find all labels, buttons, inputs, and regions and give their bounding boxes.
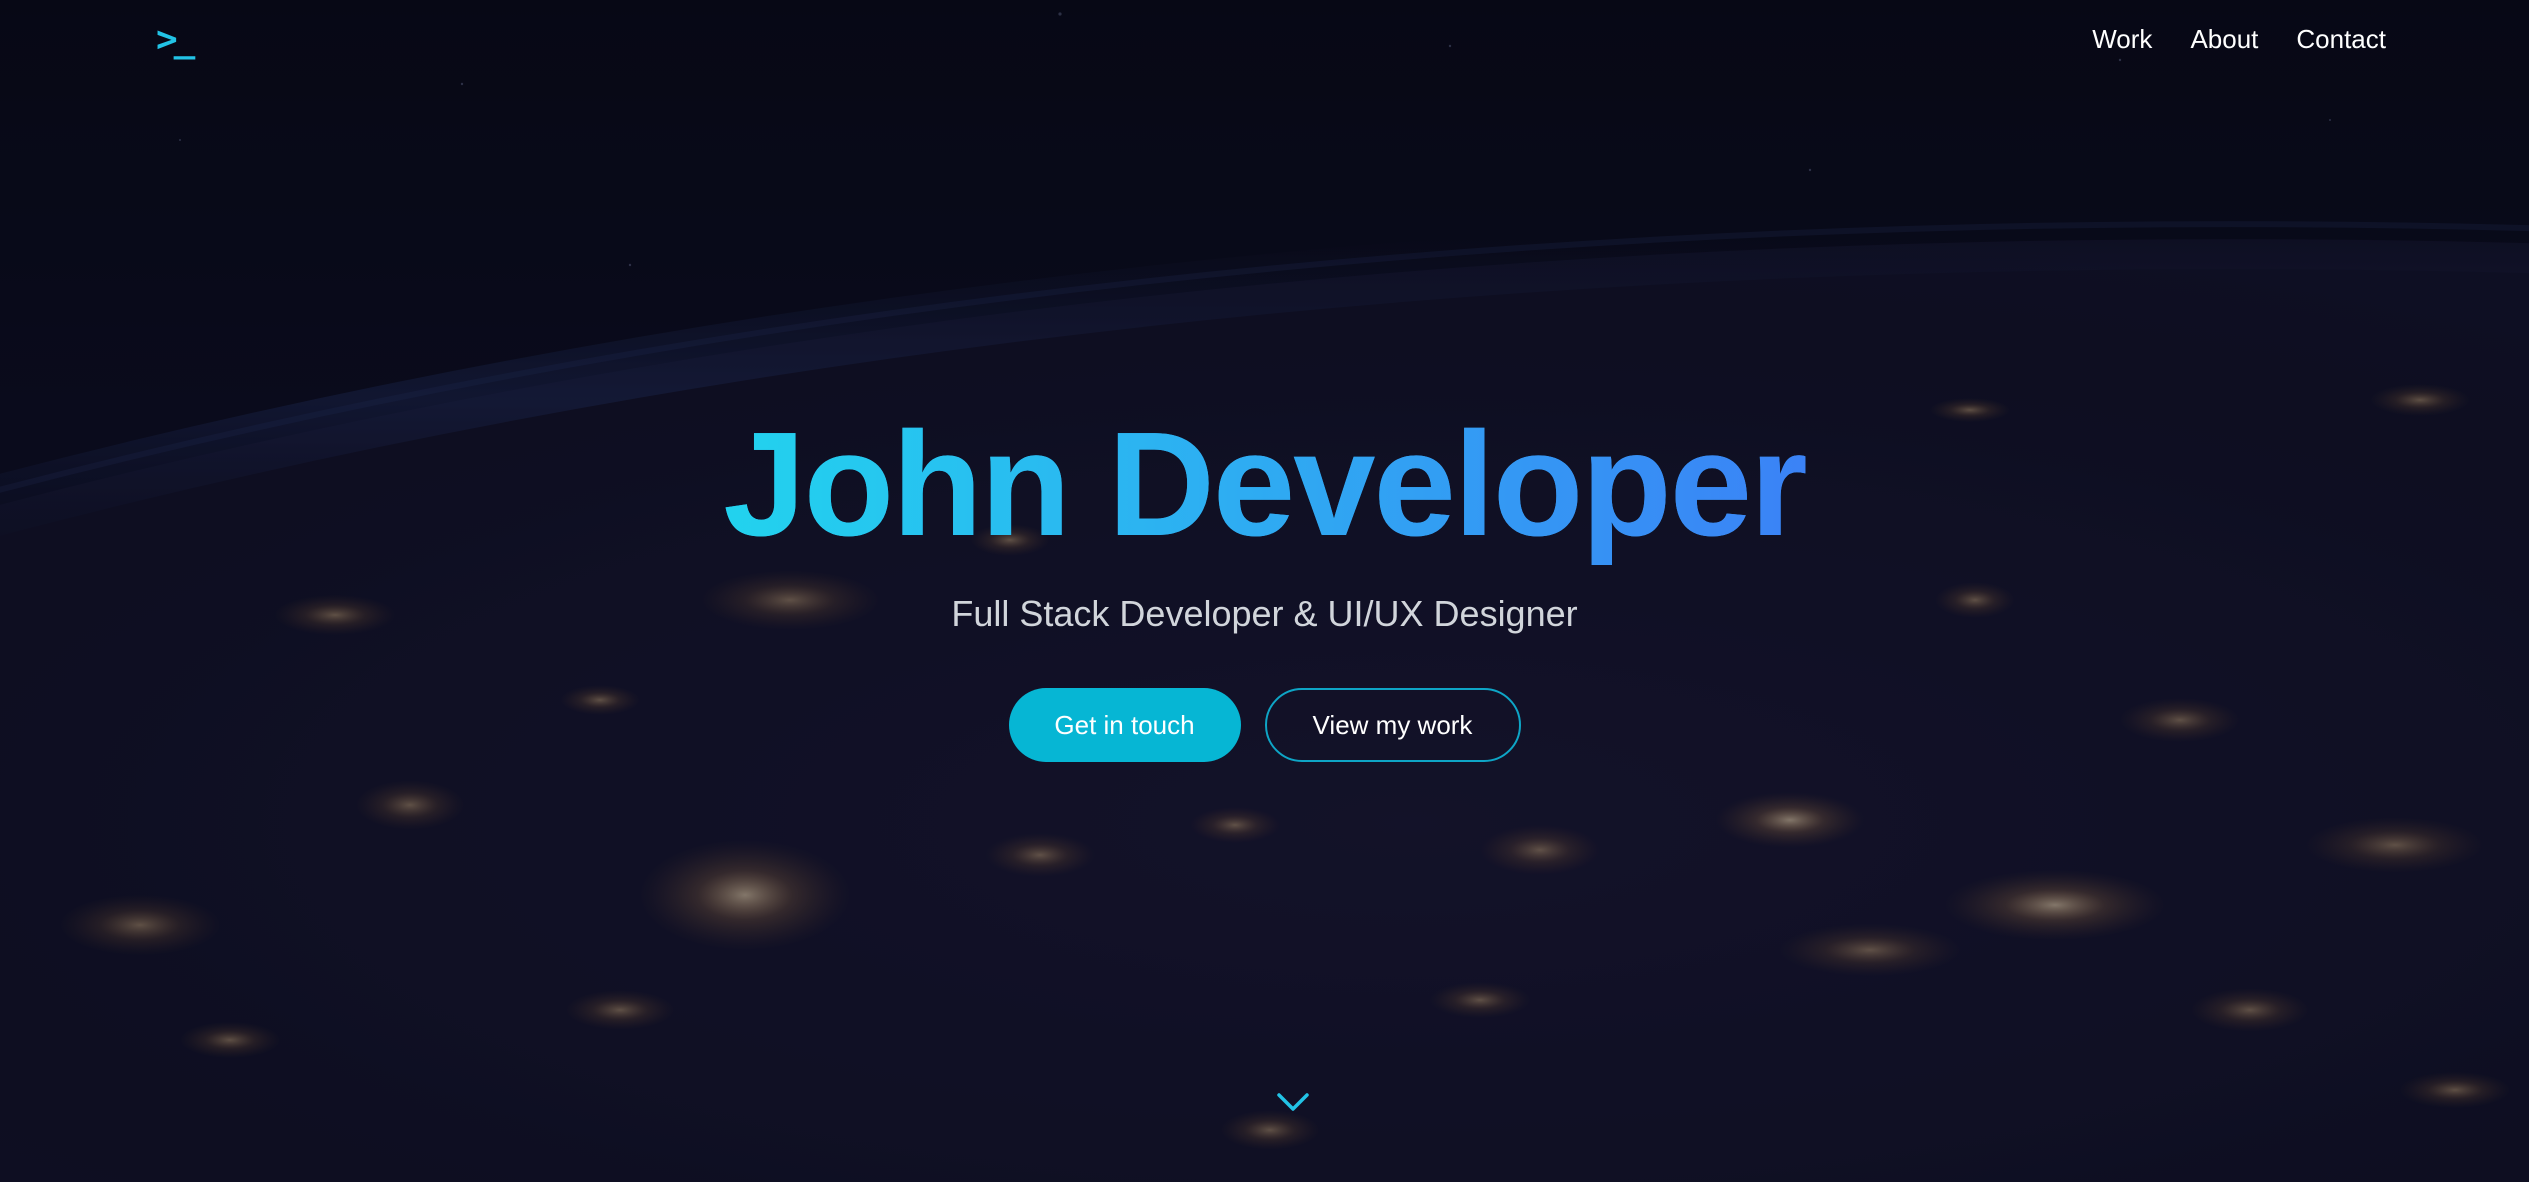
- terminal-prompt-icon[interactable]: >_: [156, 22, 196, 58]
- chevron-down-icon[interactable]: [1276, 1090, 1310, 1114]
- nav-link-about[interactable]: About: [2190, 22, 2258, 56]
- nav-link-contact[interactable]: Contact: [2296, 22, 2386, 56]
- hero-subtitle: Full Stack Developer & UI/UX Designer: [951, 593, 1578, 634]
- earth-night-background-image: [0, 0, 2529, 1182]
- nav-link-work[interactable]: Work: [2092, 22, 2152, 56]
- main-nav: Work About Contact: [2092, 22, 2386, 56]
- hero-title: John Developer: [0, 405, 2529, 565]
- top-navigation-bar: >_ Work About Contact: [0, 0, 2529, 80]
- hero-title-text: John Developer: [719, 405, 1809, 565]
- portfolio-page: >_ Work About Contact John Developer Ful…: [0, 0, 2529, 1182]
- hero-actions: Get in touch View my work: [0, 688, 2529, 762]
- get-in-touch-button[interactable]: Get in touch: [1008, 688, 1241, 762]
- view-my-work-button[interactable]: View my work: [1264, 688, 1521, 762]
